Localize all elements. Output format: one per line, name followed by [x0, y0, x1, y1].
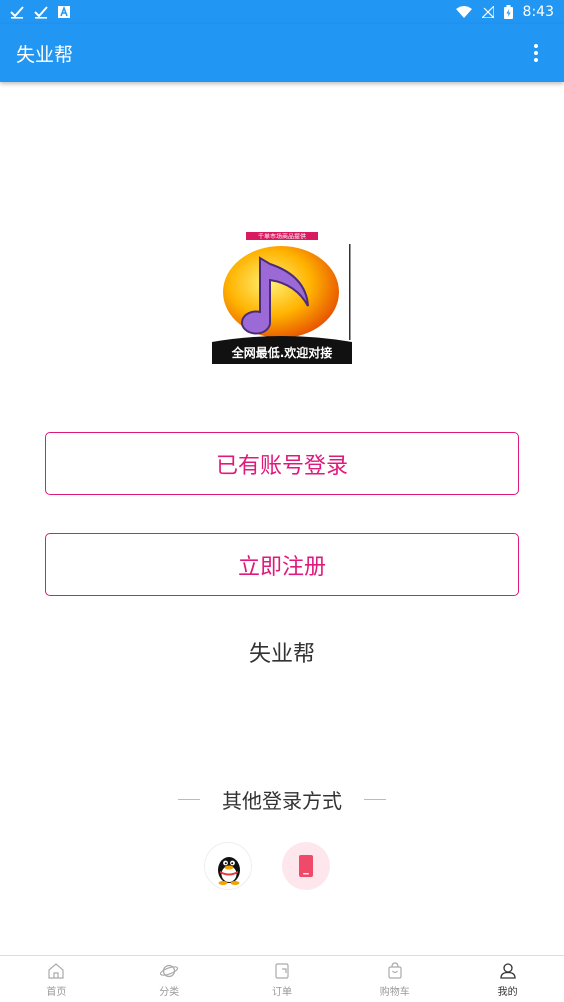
overflow-menu-icon[interactable]	[524, 41, 548, 65]
nav-label-mine: 我的	[497, 986, 518, 998]
status-bar: 8:43	[0, 0, 564, 24]
register-button[interactable]: 立即注册	[45, 533, 519, 596]
app-name-label: 失业帮	[248, 642, 315, 667]
cart-icon	[388, 961, 402, 979]
nav-item-cart[interactable]: 购物车	[338, 956, 451, 1002]
check-notification-icon	[10, 6, 24, 19]
user-icon	[499, 962, 516, 979]
planet-icon	[160, 964, 179, 977]
divider-right	[364, 799, 386, 800]
app-logo: 千单市场商品提供 全网最低.欢迎对接	[212, 230, 352, 366]
divider-left	[178, 799, 200, 800]
nav-item-orders[interactable]: 订单	[226, 956, 339, 1002]
check-notification-icon	[34, 6, 48, 19]
other-login-title: 其他登录方式	[222, 789, 342, 813]
nav-label-category: 分类	[159, 986, 180, 998]
qq-login-button[interactable]	[204, 842, 252, 890]
phone-login-button[interactable]	[282, 842, 330, 890]
app-notification-icon	[58, 6, 70, 18]
other-login-heading: 其他登录方式	[0, 785, 564, 814]
nav-label-cart: 购物车	[379, 986, 410, 998]
qq-penguin-icon	[218, 857, 240, 885]
no-signal-icon	[481, 6, 494, 18]
nav-item-home[interactable]: 首页	[0, 956, 113, 1002]
nav-item-category[interactable]: 分类	[113, 956, 226, 1002]
nav-label-orders: 订单	[271, 986, 292, 998]
status-time: 8:43	[522, 4, 554, 20]
home-icon	[48, 962, 64, 979]
logo-bottom-text: 全网最低.欢迎对接	[231, 345, 333, 360]
order-icon	[275, 962, 289, 979]
nav-item-mine[interactable]: 我的	[451, 956, 564, 1002]
phone-icon	[299, 855, 313, 877]
wifi-icon	[455, 6, 472, 18]
battery-charging-icon	[503, 5, 513, 19]
screen: 8:43 失业帮 千单市场商品提供 全网最低.欢迎对接 已有账号登录 立即注册 …	[0, 0, 564, 1002]
app-bar-title: 失业帮	[16, 43, 74, 66]
app-bar: 失业帮	[0, 24, 564, 82]
login-button[interactable]: 已有账号登录	[45, 432, 519, 495]
logo-top-text: 千单市场商品提供	[258, 233, 306, 241]
bottom-nav: 首页 分类 订单 购物车 我的	[0, 955, 564, 1002]
nav-label-home: 首页	[46, 986, 67, 998]
